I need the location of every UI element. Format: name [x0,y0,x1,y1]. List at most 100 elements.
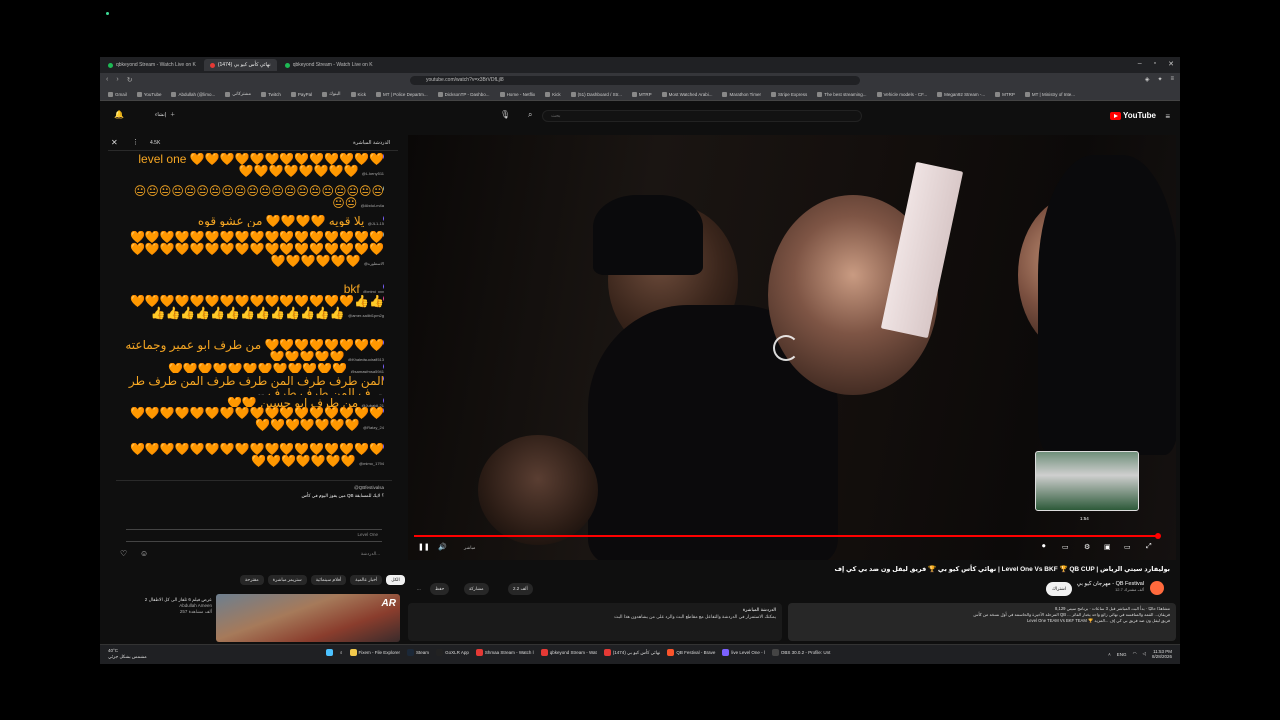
chat-message[interactable]: 😐😐😐😐😐😐😐😐😐😐😐😐😐😐😐😐😐😐😐😐😐😐 @Abdul-m4a [124,185,384,211]
bookmark-item[interactable]: DicksonTP - Dashbo... [437,91,490,97]
bookmark-item[interactable]: Stripe Express [771,91,807,97]
avatar[interactable] [383,363,384,370]
hamburger-icon[interactable]: ≡ [1165,112,1170,121]
taskbar-app[interactable]: GoXLR App [436,649,469,656]
chat-message[interactable]: المن طرف طرف المن طرف طرف المن طرف طرف ا… [124,375,384,395]
filter-chip[interactable]: أخبار عالمية [350,575,383,585]
bookmark-item[interactable]: Kick [545,91,561,97]
bookmark-item[interactable]: PayPal [290,91,312,97]
back-icon[interactable]: ‹ [106,76,108,84]
channel-info[interactable]: مهرجان كيو بي - QB Festival 12.7 ألف مشت… [1077,581,1144,592]
chat-input[interactable]: الدردشة... [361,551,380,557]
bookmark-item[interactable]: Gmail [108,91,127,97]
bookmark-item[interactable]: Twitch [261,91,281,97]
bookmark-item[interactable]: البنوك [322,91,341,97]
bookmark-item[interactable]: Marathon Timer [722,91,761,97]
lang-indicator[interactable]: ENG [1117,652,1127,657]
chat-message[interactable]: level one 🧡🧡🧡🧡🧡🧡🧡🧡🧡🧡🧡🧡🧡🧡🧡🧡🧡🧡🧡🧡🧡 @L.keny5… [124,153,384,177]
notifications-icon[interactable]: 🔔 [114,110,124,119]
filter-chip[interactable]: مقترحة [240,575,264,585]
chat-author[interactable]: @Ratzy_24 [363,425,384,430]
bookmark-item[interactable]: MT | Police Departm... [376,91,428,97]
related-video-info[interactable]: عرض فيلم 6 تلفاز الى كل الاطفال 2 Abdull… [120,597,212,615]
avatar[interactable] [383,231,384,238]
heart-icon[interactable]: ♡ [120,549,127,558]
forward-icon[interactable]: › [116,76,118,84]
filter-chip[interactable]: ستريمز مباشرة [267,575,307,585]
bookmark-item[interactable]: YouTube [136,91,161,97]
more-icon[interactable]: ⋮ [132,138,139,146]
chat-author[interactable]: @mtmi_xxv [363,289,384,293]
chat-message[interactable]: 🧡🧡🧡🧡🧡🧡🧡🧡🧡🧡🧡🧡🧡🧡🧡🧡🧡🧡🧡🧡🧡🧡🧡🧡 @Ratzy_24 [124,407,384,439]
search-icon[interactable]: ⌕ [528,110,532,120]
channel-avatar[interactable] [1150,581,1164,595]
tab-kick-1[interactable]: qbkeyond Stream - Watch Live on K [102,59,202,71]
bookmark-item[interactable]: Megan92 Stream -... [937,91,985,97]
chat-message[interactable]: من طرف ابو عمير وجماعته 🧡🧡🧡🧡🧡🧡🧡🧡🧡🧡🧡🧡🧡 @K… [124,339,384,361]
bookmark-item[interactable]: The best streaming... [817,91,867,97]
autoplay-toggle-icon[interactable]: ⏺ [1042,543,1046,551]
taskbar-app[interactable]: QB Festival - Brave [667,649,715,656]
reload-icon[interactable]: ↻ [127,76,133,84]
chat-title[interactable]: الدردشة المباشرة [353,140,390,146]
windows-start-icon[interactable] [326,649,333,656]
avatar[interactable] [383,339,384,346]
avatar[interactable] [383,443,384,450]
chat-message[interactable]: 🧡🧡🧡🧡🧡🧡🧡🧡🧡🧡🧡🧡🧡🧡🧡👍👍👍👍👍👍👍👍👍👍👍👍👍👍👍 @amer-sai… [124,295,384,337]
create-button[interactable]: إنشاء ＋ [155,111,175,119]
url-field[interactable]: youtube.com/watch?v=x3BrVDfLjl8 [410,76,860,85]
theater-icon[interactable]: ▭ [1124,543,1131,551]
bookmark-item[interactable]: MTRP [995,91,1015,97]
maximize-icon[interactable]: ▫ [1154,60,1156,68]
puzzle-icon[interactable]: ✦ [1157,76,1162,83]
more-button[interactable]: ... [412,583,426,595]
bookmark-item[interactable]: مشتركاتي [225,91,251,97]
avatar[interactable] [383,215,384,222]
chat-message[interactable]: 🧡🧡🧡🧡🧡🧡🧡🧡🧡🧡🧡🧡 @samasfmsa5941 [124,363,384,373]
bookmark-item[interactable]: (51) Dashboard / Str... [570,91,622,97]
live-chat-card[interactable]: الدردشة المباشرة يمكنك الاستمرار في الدر… [408,603,782,641]
bookmark-item[interactable]: Most Watched Arabi... [661,91,712,97]
chat-author[interactable]: @L.keny511 [362,171,384,176]
bookmark-item[interactable]: MT | Ministry of Inte... [1024,91,1075,97]
tab-youtube[interactable]: نهائي كأس كيو بي (1474) [203,59,277,71]
fullscreen-icon[interactable]: ⤢ [1146,543,1152,551]
avatar[interactable] [383,407,384,414]
tab-kick-2[interactable]: qbkeyond Stream - Watch Live on K [279,59,379,71]
bookmark-item[interactable]: Home - Netflix [499,91,535,97]
volume-icon[interactable]: 🔊 [438,543,447,551]
video-player[interactable]: 1:54 ❚❚ 🔊 مباشر ⏺ ▭ ⚙ ▣ ▭ ⤢ [408,135,1176,560]
description-box[interactable]: 8,129 مشاهدًا حاليًا · بدأ البث المباشر … [788,603,1176,641]
live-label[interactable]: مباشر [464,545,475,551]
avatar[interactable] [383,295,384,302]
avatar[interactable] [383,375,384,382]
chat-message[interactable]: 🧡🧡🧡🧡🧡🧡🧡🧡🧡🧡🧡🧡🧡🧡🧡🧡🧡🧡🧡🧡🧡🧡🧡🧡 @mimo_1794 [124,443,384,467]
chat-author[interactable]: @JL1-15 [368,221,384,226]
avatar[interactable] [383,153,384,160]
taskbar-app[interactable]: Fixem - File Explorer [349,649,400,656]
like-button[interactable]: 2.2 ألف [508,583,533,595]
chat-author[interactable]: @mimo_1794 [359,461,384,466]
share-button[interactable]: مشاركة [464,583,489,595]
clock[interactable]: 11:53 PM 8/28/2026 [1152,649,1172,659]
taskbar-app[interactable]: qbkeyond Stream - Wat [540,649,597,656]
emoji-icon[interactable]: ☺ [140,549,148,558]
filter-chip[interactable]: الكل [386,575,405,585]
taskbar-app[interactable]: OBS 30.0.2 - Profile: Unt [771,649,830,656]
settings-icon[interactable]: ⚙ [1084,543,1090,551]
avatar[interactable] [383,397,384,404]
bookmark-item[interactable]: Abdullah (@limo... [171,91,215,97]
chat-message[interactable]: يلا قويه 🧡🧡🧡🧡 من عشو قوه @JL1-15 [124,215,384,227]
chat-message[interactable]: 🧡🧡 من طرف ابو حسين @Jubaidi-21 [124,397,384,407]
taskbar-app[interactable]: Shmaa Stream - Watch l [475,649,534,656]
chat-author[interactable]: @Abdul-m4a [361,203,384,208]
close-icon[interactable]: ✕ [111,138,118,147]
miniplayer-icon[interactable]: ▣ [1104,543,1111,551]
chat-author[interactable]: @الاسطوره [364,261,384,266]
taskbar-app[interactable]: live Level One - l [722,649,765,656]
avatar[interactable] [383,283,384,290]
speaker-icon[interactable]: ◁ [1143,651,1146,657]
filter-chip[interactable]: أفلام سينمائية [310,575,347,585]
pinned-message[interactable]: @QBfestivalsa مين يفوز اليوم في كأس QB ؟… [116,480,392,520]
chat-author[interactable]: @amer-saiibi1pm2g [348,313,384,318]
